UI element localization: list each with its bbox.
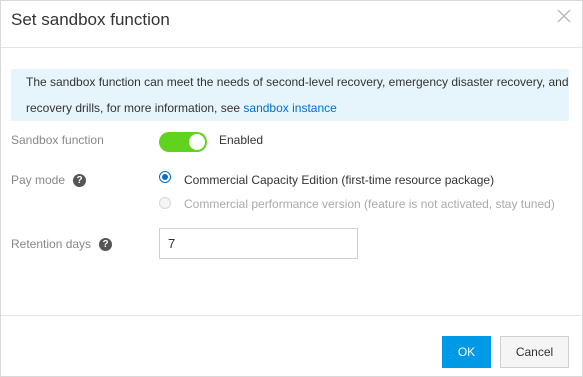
help-icon[interactable]: ? bbox=[99, 238, 113, 252]
close-icon[interactable] bbox=[555, 7, 573, 25]
info-text: The sandbox function can meet the needs … bbox=[26, 69, 569, 121]
pay-option-performance-radio bbox=[159, 197, 171, 209]
sandbox-instance-link[interactable]: sandbox instance bbox=[243, 101, 336, 115]
pay-option-capacity-label[interactable]: Commercial Capacity Edition (first-time … bbox=[184, 173, 494, 187]
retention-days-label: Retention days bbox=[11, 237, 92, 251]
sandbox-dialog: Set sandbox function The sandbox functio… bbox=[0, 0, 583, 377]
pay-mode-label: Pay mode bbox=[11, 173, 66, 187]
dialog-title: Set sandbox function bbox=[11, 10, 170, 29]
retention-days-input[interactable]: 7 bbox=[159, 228, 358, 259]
sandbox-toggle[interactable] bbox=[159, 132, 207, 152]
dialog-footer-divider bbox=[1, 315, 582, 316]
cancel-button[interactable]: Cancel bbox=[500, 336, 569, 368]
pay-mode-label-row: Pay mode? bbox=[11, 173, 87, 188]
sandbox-function-label: Sandbox function bbox=[11, 133, 104, 147]
retention-days-label-row: Retention days? bbox=[11, 237, 113, 252]
help-icon[interactable]: ? bbox=[73, 174, 87, 188]
toggle-knob bbox=[189, 134, 205, 150]
info-banner: The sandbox function can meet the needs … bbox=[11, 69, 569, 121]
ok-button[interactable]: OK bbox=[442, 336, 491, 368]
dialog-header: Set sandbox function bbox=[1, 1, 582, 48]
pay-option-performance-label: Commercial performance version (feature … bbox=[184, 197, 555, 211]
sandbox-state-text: Enabled bbox=[219, 133, 264, 147]
pay-option-capacity-radio[interactable] bbox=[159, 171, 171, 183]
